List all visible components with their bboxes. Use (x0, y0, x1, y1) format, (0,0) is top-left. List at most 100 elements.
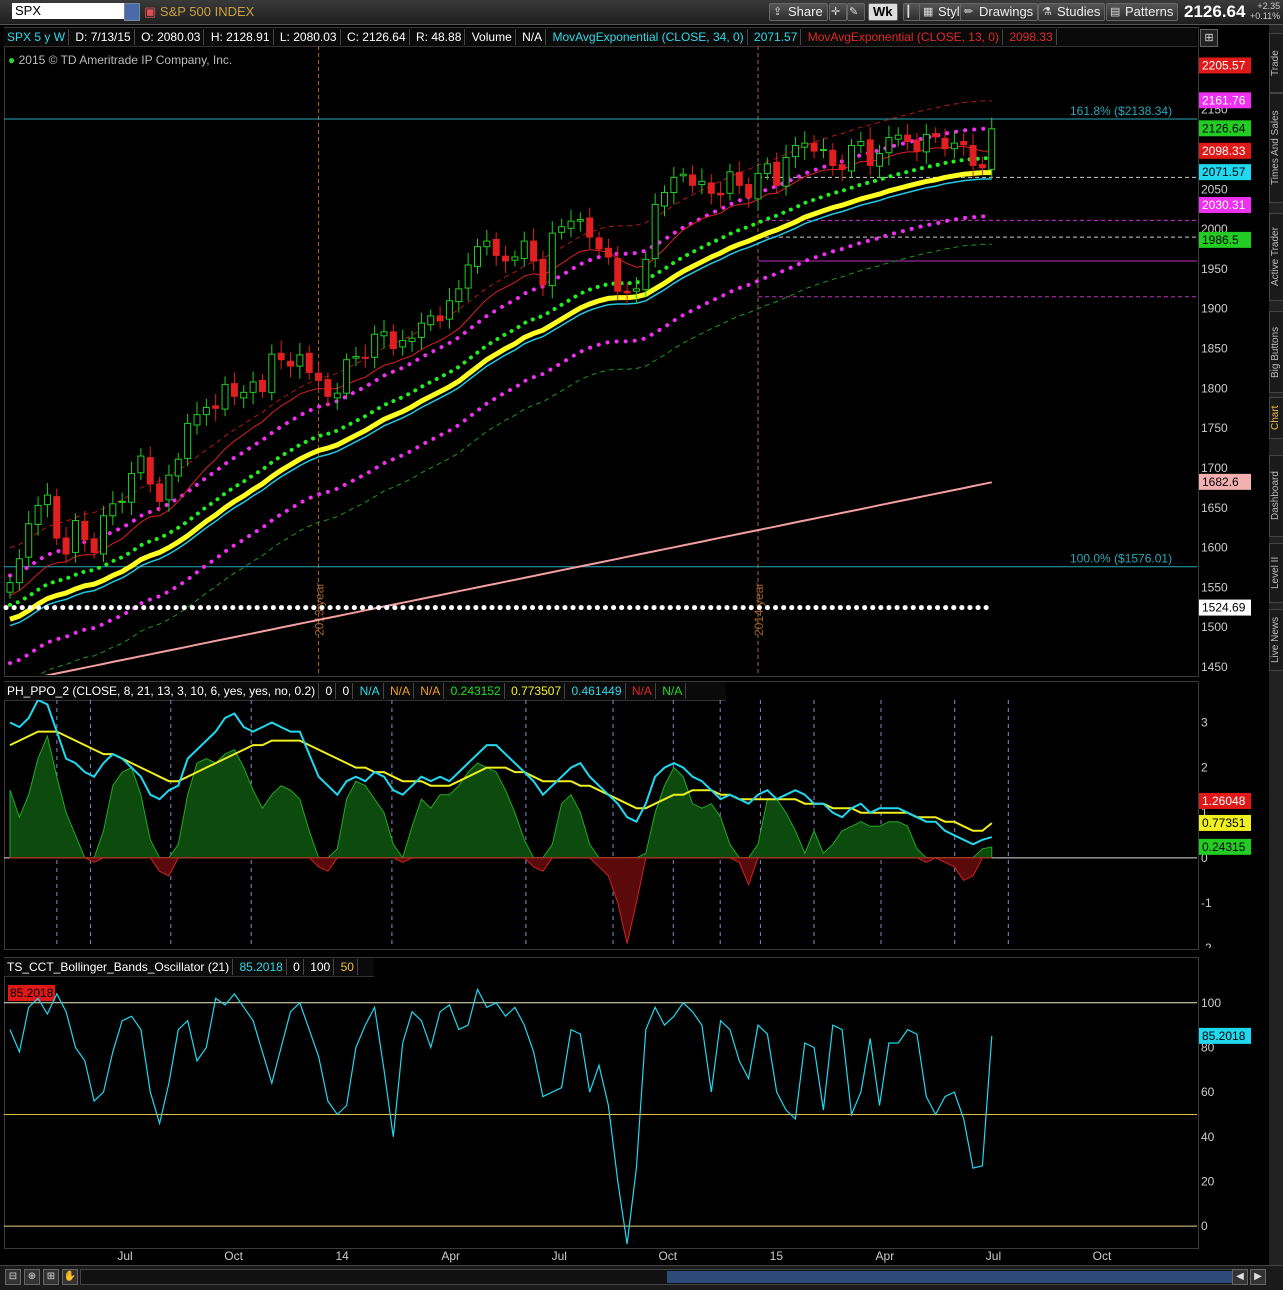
candle-body-67 (632, 288, 640, 292)
ppo-val-1: 0 (323, 683, 337, 699)
tools-button[interactable]: ✎ (847, 3, 865, 21)
symbol-lookup-button[interactable] (124, 3, 140, 21)
pan-hand-icon[interactable]: ✋ (62, 1269, 78, 1285)
top-toolbar: SPX ▣ S&P 500 INDEX ⇪ Share ✛ ✎ Wk ┃ ▦ Sty… (0, 0, 1283, 25)
zoom-box-icon[interactable]: ⊞ (43, 1269, 59, 1285)
scroll-left-icon[interactable]: ◀ (1232, 1269, 1248, 1285)
description-text: S&P 500 INDEX (159, 4, 255, 19)
hdr-ema34[interactable]: MovAvgExponential (CLOSE, 34, 0) (549, 29, 748, 45)
candle-body-20 (193, 414, 201, 426)
hdr-symbol[interactable]: SPX 5 y W (4, 29, 70, 45)
hdr-ema34-value: 2071.57 (751, 29, 802, 45)
price-badge-1: 2161.76 (1202, 93, 1246, 107)
chart-settings-icon[interactable]: ⊞ (1200, 29, 1218, 47)
candle-body-15 (146, 457, 154, 485)
timeframe-button[interactable]: Wk (868, 3, 898, 21)
scrollbar-thumb[interactable] (667, 1271, 1237, 1283)
x-axis-tick-0: Jul (117, 1249, 132, 1263)
price-chart[interactable]: 1450 1500 1550 1600 1650 1700 1750 1800 1850 1900… (0, 46, 1269, 675)
price-axis-tick-12: 2050 (1201, 182, 1228, 196)
price-axis-tick-0: 1450 (1201, 660, 1228, 674)
candle-body-65 (614, 258, 622, 292)
hdr-ema13-value: 2098.33 (1006, 29, 1057, 45)
pencil-icon: ✏ (964, 6, 974, 18)
x-axis-tick-2: 14 (335, 1249, 349, 1263)
candle-body-18 (174, 458, 182, 477)
candle-body-76 (717, 192, 725, 196)
candle-body-105 (988, 128, 996, 170)
price-badge-4: 2071.57 (1202, 165, 1246, 179)
candle-body-91 (857, 141, 865, 147)
price-badge-0: 2205.57 (1202, 58, 1246, 72)
price-axis-tick-5: 1700 (1201, 461, 1228, 475)
fib-label-0: 161.8% ($2138.34) (1070, 104, 1172, 118)
studies-button[interactable]: ⚗ Studies (1038, 3, 1106, 21)
candle-body-25 (240, 391, 248, 399)
candle-body-73 (689, 174, 697, 186)
share-button[interactable]: ⇪ Share (769, 3, 828, 21)
hdr-range: R: 48.88 (413, 29, 466, 45)
candle-body-69 (651, 203, 659, 260)
candle-body-53 (502, 255, 510, 262)
hdr-low: L: 2080.03 (277, 29, 341, 45)
tab-live-news[interactable]: Live News (1269, 609, 1283, 671)
studies-label: Studies (1057, 4, 1101, 19)
ppo-val-2: 0 (340, 683, 354, 699)
symbol-input[interactable]: SPX (12, 3, 125, 19)
tab-dashboard[interactable]: Dashboard (1269, 455, 1283, 537)
ppo-badge-0: 1.26048 (1202, 794, 1246, 808)
candle-body-90 (848, 145, 855, 172)
tab-active-trader[interactable]: Active Trader (1269, 213, 1283, 301)
crosshair-tool-button[interactable]: ✛ (829, 3, 847, 21)
candle-body-97 (913, 139, 921, 152)
tab-level-ii[interactable]: Level II (1269, 543, 1283, 603)
patterns-label: Patterns (1125, 4, 1174, 19)
price-axis-tick-2: 1550 (1201, 580, 1228, 594)
candle-body-35 (333, 392, 341, 399)
ppo-title[interactable]: PH_PPO_2 (CLOSE, 8, 21, 13, 3, 10, 6, ye… (4, 683, 320, 699)
time-scrollbar[interactable] (80, 1269, 1245, 1285)
x-axis-tick-9: Oct (1093, 1249, 1112, 1263)
patterns-button[interactable]: ▤ Patterns (1106, 3, 1179, 21)
scroll-right-icon[interactable]: ▶ (1250, 1269, 1266, 1285)
candle-body-86 (810, 142, 818, 152)
candle-body-104 (978, 164, 986, 169)
candle-body-5 (53, 496, 61, 539)
candle-body-42 (399, 340, 407, 348)
candle-body-10 (100, 515, 107, 555)
candle-body-9 (90, 538, 98, 553)
tab-chart[interactable]: Chart (1269, 397, 1283, 439)
candle-body-55 (520, 240, 528, 260)
candle-body-62 (586, 217, 594, 238)
bb-axis-tick-0: 0 (1201, 1219, 1208, 1233)
ppo-chart[interactable]: -2-101231.260480.773510.24315 (0, 700, 1269, 948)
candle-body-71 (670, 176, 678, 194)
tab-times-and-sales[interactable]: Times And Sales (1269, 93, 1283, 203)
lower-band-dots (8, 214, 994, 666)
tab-big-buttons[interactable]: Big Buttons (1269, 311, 1283, 393)
candle-body-38 (361, 356, 369, 359)
candle-body-84 (791, 145, 799, 158)
candle-body-60 (567, 220, 575, 229)
bb-oscillator-chart[interactable]: 02040608010085.2018Jul Oct 14 Apr Jul Oct 15 Ap… (0, 976, 1269, 1265)
bb-oscillator-line (9, 987, 993, 1245)
tab-trade[interactable]: Trade (1269, 33, 1283, 93)
hdr-ema13[interactable]: MovAvgExponential (CLOSE, 13, 0) (805, 29, 1003, 45)
price-badge-2: 2126.64 (1202, 121, 1246, 135)
candle-body-103 (969, 145, 977, 166)
right-sidebar: Trade Times And Sales Active Trader Big … (1269, 25, 1283, 1265)
price-axis-tick-7: 1800 (1201, 381, 1228, 395)
bb-title[interactable]: TS_CCT_Bollinger_Bands_Oscillator (21) (4, 959, 234, 975)
candle-body-50 (474, 246, 481, 268)
zoom-in-icon[interactable]: ⊕ (24, 1269, 40, 1285)
zoom-out-icon[interactable]: ⊟ (5, 1269, 21, 1285)
drawings-button[interactable]: ✏ Drawings (960, 3, 1039, 21)
candle-body-31 (296, 354, 304, 367)
candle-body-48 (455, 288, 463, 303)
change-value: +2.35 (1257, 1, 1281, 11)
price-axis-tick-3: 1600 (1201, 541, 1228, 555)
hdr-volume[interactable]: Volume (469, 29, 516, 45)
candle-body-94 (885, 137, 893, 154)
x-axis-tick-7: Apr (876, 1249, 895, 1263)
x-axis-tick-1: Oct (224, 1249, 243, 1263)
